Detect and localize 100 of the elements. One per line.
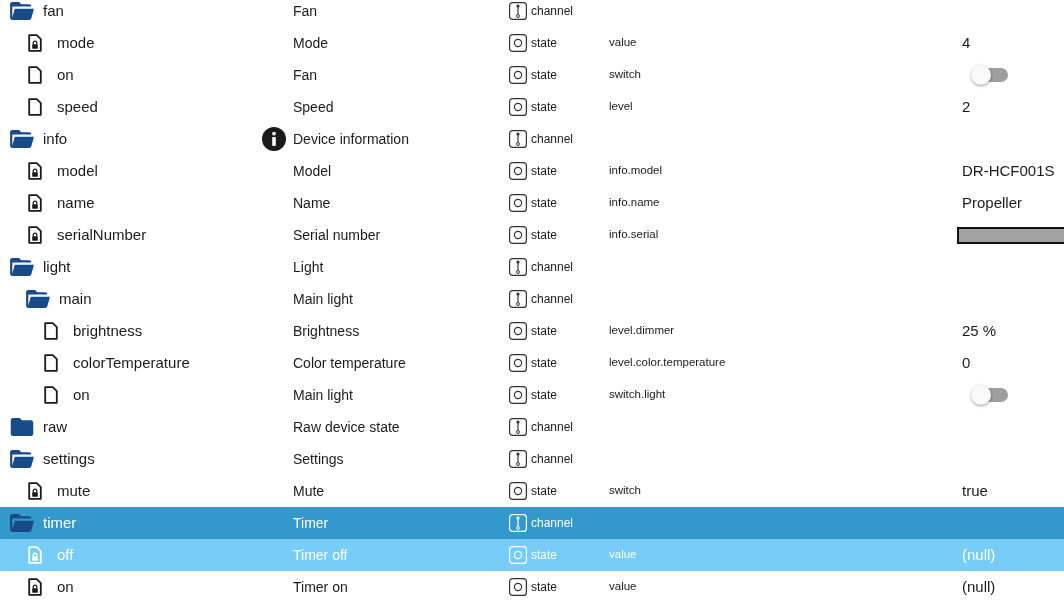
- object-type: channel: [531, 419, 574, 435]
- object-type: state: [531, 163, 557, 179]
- tree-row[interactable]: timer Timer channel: [0, 507, 1064, 539]
- state-icon: [509, 482, 527, 500]
- object-value: DR-HCF001S: [962, 162, 1055, 180]
- object-type: state: [531, 579, 557, 595]
- state-icon: [509, 354, 527, 372]
- object-id: fan: [43, 2, 64, 20]
- object-id: speed: [57, 98, 98, 116]
- object-name: Raw device state: [293, 418, 400, 436]
- object-role: level.dimmer: [609, 324, 675, 339]
- object-value: (null): [962, 546, 996, 564]
- object-name: Speed: [293, 98, 334, 116]
- object-type: state: [531, 195, 557, 211]
- object-name: Model: [293, 162, 332, 180]
- object-id: on: [57, 66, 74, 84]
- object-id: on: [73, 386, 90, 404]
- object-type: channel: [531, 131, 574, 147]
- object-role: switch: [609, 68, 641, 83]
- object-name: Device information: [293, 130, 409, 148]
- object-type: state: [531, 99, 557, 115]
- object-name: Main light: [293, 386, 353, 404]
- object-id: name: [57, 194, 95, 212]
- channel-icon: [509, 258, 527, 276]
- toggle-switch[interactable]: [971, 65, 1009, 85]
- object-type: channel: [531, 451, 574, 467]
- tree-row[interactable]: off Timer off state value (null): [0, 539, 1064, 571]
- object-id: on: [57, 578, 74, 596]
- object-type: channel: [531, 3, 574, 19]
- state-icon: [509, 66, 527, 84]
- state-icon: [509, 162, 527, 180]
- object-id: info: [43, 130, 68, 148]
- state-icon: [509, 546, 527, 564]
- object-value: true: [962, 482, 988, 500]
- object-type: state: [531, 227, 557, 243]
- object-value: 2: [962, 98, 971, 116]
- object-role: info.name: [609, 196, 660, 211]
- object-value: Propeller: [962, 194, 1023, 212]
- channel-icon: [509, 514, 527, 532]
- object-name: Settings: [293, 450, 344, 468]
- object-id: brightness: [73, 322, 143, 340]
- object-name: Fan: [293, 66, 318, 84]
- object-type: state: [531, 547, 557, 563]
- object-name: Light: [293, 258, 324, 276]
- object-type: state: [531, 483, 557, 499]
- object-type: channel: [531, 515, 574, 531]
- state-icon: [509, 226, 527, 244]
- object-name: Timer off: [293, 546, 348, 564]
- object-id: timer: [43, 514, 77, 532]
- object-type: state: [531, 67, 557, 83]
- object-id: model: [57, 162, 98, 180]
- object-name: Mode: [293, 34, 329, 52]
- object-type: state: [531, 387, 557, 403]
- state-icon: [509, 386, 527, 404]
- object-role: value: [609, 580, 637, 595]
- object-type: state: [531, 355, 557, 371]
- state-icon: [509, 578, 527, 596]
- object-name: Color temperature: [293, 354, 406, 372]
- object-id: main: [59, 290, 92, 308]
- object-name: Mute: [293, 482, 325, 500]
- state-icon: [509, 98, 527, 116]
- object-id: settings: [43, 450, 95, 468]
- channel-icon: [509, 2, 527, 20]
- object-name: Main light: [293, 290, 353, 308]
- object-role: level: [609, 100, 633, 115]
- object-type: state: [531, 35, 557, 51]
- object-value: (null): [962, 578, 996, 596]
- channel-icon: [509, 130, 527, 148]
- object-id: mode: [57, 34, 95, 52]
- object-id: colorTemperature: [73, 354, 190, 372]
- object-role: value: [609, 36, 637, 51]
- object-name: Name: [293, 194, 331, 212]
- object-name: Fan: [293, 2, 318, 20]
- object-role: info.serial: [609, 228, 659, 243]
- toggle-switch[interactable]: [971, 385, 1009, 405]
- object-value: 4: [962, 34, 971, 52]
- state-icon: [509, 194, 527, 212]
- state-icon: [509, 322, 527, 340]
- object-type: channel: [531, 291, 574, 307]
- object-role: switch: [609, 484, 641, 499]
- object-role: info.model: [609, 164, 663, 179]
- object-name: Serial number: [293, 226, 381, 244]
- object-name: Timer: [293, 514, 329, 532]
- object-type: state: [531, 323, 557, 339]
- object-role: switch.light: [609, 388, 666, 403]
- object-role: value: [609, 548, 637, 563]
- object-name: Brightness: [293, 322, 360, 340]
- channel-icon: [509, 450, 527, 468]
- object-id: light: [43, 258, 71, 276]
- object-id: off: [57, 546, 74, 564]
- object-name: Timer on: [293, 578, 348, 596]
- object-type: channel: [531, 259, 574, 275]
- channel-icon: [509, 418, 527, 436]
- object-id: raw: [43, 418, 68, 436]
- object-value: 0: [962, 354, 971, 372]
- object-id: serialNumber: [57, 226, 147, 244]
- object-value: 25 %: [962, 322, 997, 340]
- state-icon: [509, 34, 527, 52]
- object-role: level.color.temperature: [609, 356, 726, 371]
- channel-icon: [509, 290, 527, 308]
